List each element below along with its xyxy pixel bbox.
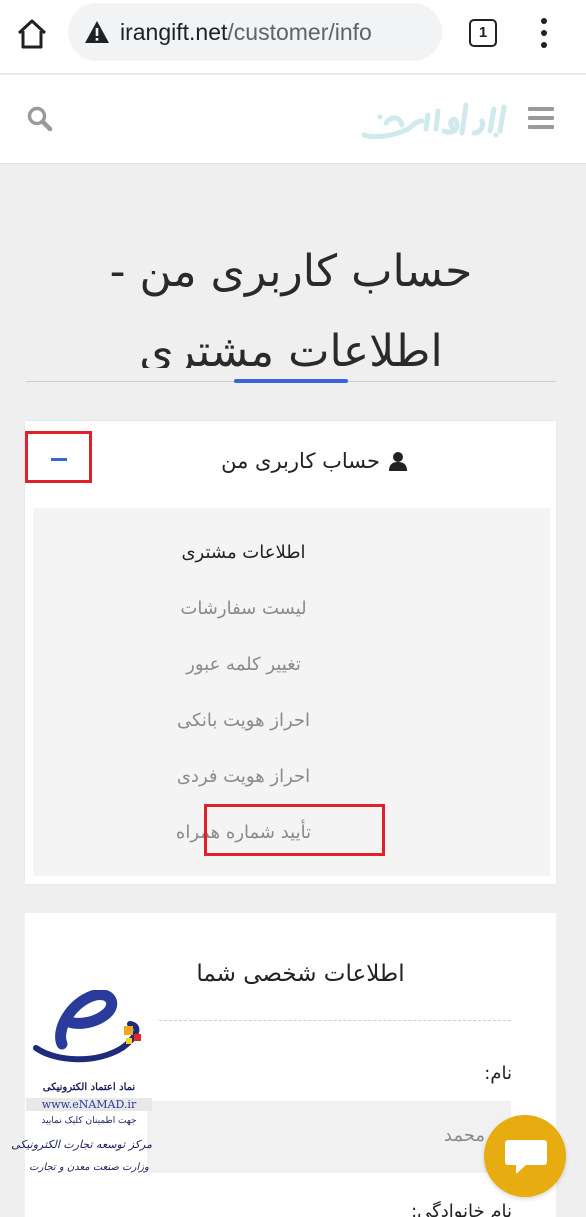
page-title-container: حساب کاربری من - اطلاعات مشتری [26,232,556,368]
first-name-value: محمد [443,1125,485,1146]
personal-info-title: اطلاعات شخصی شما [196,961,405,987]
chat-button[interactable] [484,1115,566,1197]
warning-icon[interactable] [84,20,110,44]
kebab-menu-icon[interactable] [530,16,558,50]
user-icon [389,452,407,471]
hamburger-icon[interactable] [528,107,554,129]
enamad-title: نماد اعتماد الکترونیکی [42,1082,136,1093]
minus-icon [51,458,67,461]
last-name-label: نام خانوادگی: [411,1201,512,1217]
first-name-field[interactable]: محمد [147,1101,511,1173]
account-panel: حساب کاربری من اطلاعات مشتری لیست سفارشا… [25,421,556,884]
menu-item-customer-info[interactable]: اطلاعات مشتری [33,542,550,563]
enamad-click-hint: جهت اطمینان کلیک نمایید [41,1116,137,1126]
personal-info-divider [159,1020,511,1021]
page-title: حساب کاربری من - اطلاعات مشتری [109,246,473,368]
title-accent-bar [234,379,348,383]
url-domain: irangift.net [120,19,228,45]
site-header [0,75,586,164]
enamad-url: www.eNAMAD.ir [26,1098,152,1111]
menu-item-identity-verification[interactable]: احراز هویت فردی [33,766,550,787]
menu-item-orders[interactable]: لیست سفارشات [33,598,550,619]
verify-mobile-highlight [204,804,385,856]
first-name-label: نام: [484,1063,512,1084]
url-path: /customer/info [227,19,372,45]
chat-icon [505,1140,547,1174]
search-icon[interactable] [26,105,54,133]
tab-switcher-button[interactable]: 1 [469,19,497,47]
account-menu: اطلاعات مشتری لیست سفارشات تغییر کلمه عب… [33,508,550,876]
account-panel-title: حساب کاربری من [221,449,380,473]
menu-item-change-password[interactable]: تغییر کلمه عبور [33,654,550,675]
menu-item-bank-verification[interactable]: احراز هویت بانکی [33,710,550,731]
enamad-ministry: وزارت صنعت معدن و تجارت [29,1162,149,1173]
site-logo[interactable] [356,95,508,143]
collapse-button[interactable] [25,431,92,483]
url-text[interactable]: irangift.net/customer/info [120,19,372,46]
enamad-logo-icon [33,989,141,1063]
enamad-center: مرکز توسعه تجارت الکترونیکی [11,1138,152,1151]
account-panel-header: حساب کاربری من [221,449,408,473]
browser-toolbar: irangift.net/customer/info 1 [0,0,586,74]
home-icon[interactable] [14,16,50,52]
enamad-badge[interactable]: نماد اعتماد الکترونیکی www.eNAMAD.ir جهت… [11,989,152,1192]
address-bar[interactable]: irangift.net/customer/info [68,3,442,61]
